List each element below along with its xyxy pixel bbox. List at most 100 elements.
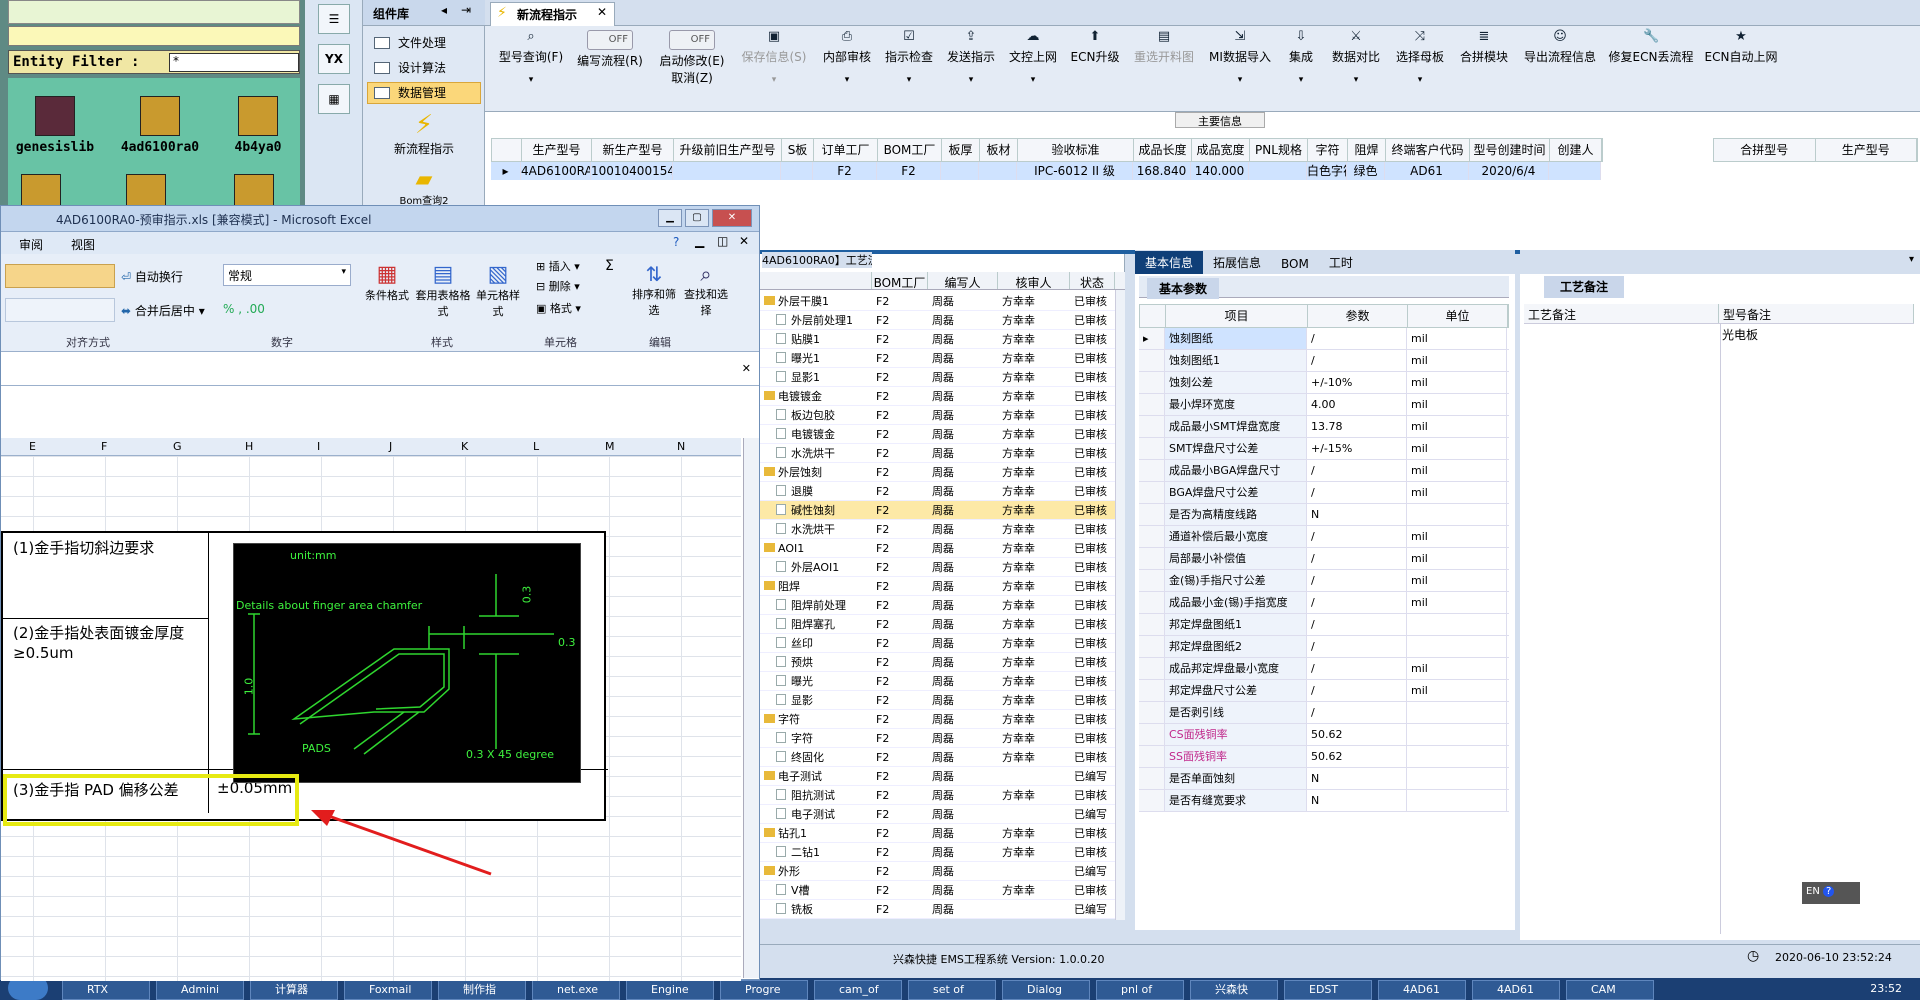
- start-modify-toggle[interactable]: OFF 启动修改(E) 取消(Z): [655, 30, 729, 86]
- cell-styles-button[interactable]: ▧ 单元格样式: [473, 262, 523, 319]
- flow-row[interactable]: 曝光1 F2 周磊 方幸幸 已审核: [760, 349, 1115, 368]
- find-select-button[interactable]: ⌕ 查找和选择: [681, 262, 731, 318]
- param-row[interactable]: BGA焊盘尺寸公差 / mil: [1139, 482, 1509, 504]
- flow-row[interactable]: 曝光 F2 周磊 方幸幸 已审核: [760, 672, 1115, 691]
- ecn-auto-online-button[interactable]: ★ ECN自动上网: [1701, 30, 1781, 65]
- taskbar-item[interactable]: pnl of: [1096, 980, 1184, 1000]
- lib-design-algorithm[interactable]: 设计算法: [367, 57, 481, 79]
- flow-row[interactable]: 终固化 F2 周磊 方幸幸 已审核: [760, 748, 1115, 767]
- taskbar-item[interactable]: 4AD61: [1472, 980, 1560, 1000]
- column-header[interactable]: E: [29, 440, 36, 453]
- flow-row[interactable]: V槽 F2 周磊 方幸幸 已审核: [760, 881, 1115, 900]
- param-row[interactable]: 金(锡)手指尺寸公差 / mil: [1139, 570, 1509, 592]
- entity-genesislib[interactable]: genesislib: [0, 96, 110, 155]
- param-row[interactable]: 是否单面蚀刻 N: [1139, 768, 1509, 790]
- tab-extended-info[interactable]: 拓展信息: [1203, 251, 1271, 274]
- integrate-button[interactable]: ⇩ 集成 ▾: [1281, 30, 1321, 86]
- wrap-text-button[interactable]: ⏎ 自动换行: [121, 268, 183, 285]
- flow-row[interactable]: 电子测试 F2 周磊 已编写: [760, 805, 1115, 824]
- edit-flow-toggle[interactable]: OFF 编写流程(R): [573, 30, 647, 69]
- data-compare-button[interactable]: ⚔ 数据对比 ▾: [1327, 30, 1385, 86]
- flow-row[interactable]: 电子测试 F2 周磊 已编写: [760, 767, 1115, 786]
- param-row[interactable]: 邦定焊盘尺寸公差 / mil: [1139, 680, 1509, 702]
- flow-row[interactable]: 字符 F2 周磊 方幸幸 已审核: [760, 710, 1115, 729]
- flow-row[interactable]: 外层干膜1 F2 周磊 方幸幸 已审核: [760, 292, 1115, 311]
- flow-row[interactable]: 外层蚀刻 F2 周磊 方幸幸 已审核: [760, 463, 1115, 482]
- model-query-button[interactable]: ⌕ 型号查询(F) ▾: [495, 30, 567, 86]
- tab-basic-info[interactable]: 基本信息: [1135, 251, 1204, 274]
- taskbar-item[interactable]: Foxmail: [344, 980, 432, 1000]
- minimize-button[interactable]: ▁: [658, 209, 682, 227]
- pin-icon[interactable]: ⇥: [461, 3, 471, 17]
- param-row[interactable]: 蚀刻公差 +/-10% mil: [1139, 372, 1509, 394]
- flow-row[interactable]: 外层AOI1 F2 周磊 方幸幸 已审核: [760, 558, 1115, 577]
- taskbar-item[interactable]: EDST: [1284, 980, 1372, 1000]
- yx-icon[interactable]: YX: [318, 44, 350, 74]
- flow-row[interactable]: 阻焊 F2 周磊 方幸幸 已审核: [760, 577, 1115, 596]
- taskbar-item[interactable]: 4AD61: [1378, 980, 1466, 1000]
- param-row[interactable]: 成品邦定焊盘最小宽度 / mil: [1139, 658, 1509, 680]
- export-flow-button[interactable]: ☺ 导出流程信息: [1519, 30, 1601, 65]
- column-header[interactable]: K: [461, 440, 468, 453]
- insert-cells-button[interactable]: ⊞ 插入 ▾: [536, 258, 580, 274]
- align-buttons[interactable]: [5, 264, 115, 288]
- flow-row[interactable]: 阻焊塞孔 F2 周磊 方幸幸 已审核: [760, 615, 1115, 634]
- param-row[interactable]: 是否为高精度线路 N: [1139, 504, 1509, 526]
- flow-row[interactable]: 电镀镀金 F2 周磊 方幸幸 已审核: [760, 387, 1115, 406]
- taskbar-item[interactable]: RTX: [62, 980, 150, 1000]
- param-row[interactable]: 通道补偿后最小宽度 / mil: [1139, 526, 1509, 548]
- param-row[interactable]: 邦定焊盘图纸2/: [1139, 636, 1509, 658]
- select-mother-board-button[interactable]: ⤨ 选择母板 ▾: [1391, 30, 1449, 86]
- param-row[interactable]: ▸ 蚀刻图纸 / mil: [1139, 328, 1509, 350]
- param-row[interactable]: 邦定焊盘图纸1/: [1139, 614, 1509, 636]
- column-header[interactable]: F: [101, 440, 107, 453]
- flow-row[interactable]: 阻抗测试 F2 周磊 方幸幸 已审核: [760, 786, 1115, 805]
- column-header[interactable]: J: [389, 440, 392, 453]
- param-row[interactable]: SMT焊盘尺寸公差 +/-15% mil: [1139, 438, 1509, 460]
- conditional-format-button[interactable]: ▦ 条件格式: [361, 262, 413, 303]
- tab-work-hours[interactable]: 工时: [1319, 251, 1363, 274]
- flow-row[interactable]: 贴膜1 F2 周磊 方幸幸 已审核: [760, 330, 1115, 349]
- calculator-icon[interactable]: ▦: [318, 84, 350, 114]
- param-row[interactable]: 是否有缝宽要求 N: [1139, 790, 1509, 812]
- doc-control-online-button[interactable]: ☁ 文控上网 ▾: [1005, 30, 1061, 86]
- ribbon-minimize-icon[interactable]: ▁: [695, 234, 704, 248]
- save-info-button[interactable]: ▣ 保存信息(S) ▾: [737, 30, 811, 86]
- flow-row[interactable]: 外形 F2 周磊 已编写: [760, 862, 1115, 881]
- merge-center-button[interactable]: ⬌ 合并后居中 ▾: [121, 302, 205, 319]
- column-header[interactable]: I: [317, 440, 320, 453]
- param-row[interactable]: 蚀刻图纸1/mil: [1139, 350, 1509, 372]
- flow-row[interactable]: 二钻1 F2 周磊 方幸幸 已审核: [760, 843, 1115, 862]
- reselect-cut-button[interactable]: ▤ 重选开料图: [1129, 30, 1199, 65]
- genesis-input[interactable]: [8, 26, 300, 46]
- mi-data-import-button[interactable]: ⇲ MI数据导入 ▾: [1205, 30, 1275, 86]
- merge-module-button[interactable]: ≣ 合拼模块: [1455, 30, 1513, 65]
- param-row[interactable]: CS面残铜率 50.62: [1139, 724, 1509, 746]
- lib-new-flow[interactable]: ⚡ 新流程指示: [383, 110, 465, 157]
- column-header[interactable]: M: [605, 440, 615, 453]
- flow-row[interactable]: 外层前处理1 F2 周磊 方幸幸 已审核: [760, 311, 1115, 330]
- pin-icon[interactable]: ▾: [1909, 254, 1914, 265]
- taskbar-item[interactable]: Dialog: [1002, 980, 1090, 1000]
- flow-row[interactable]: 丝印 F2 周磊 方幸幸 已审核: [760, 634, 1115, 653]
- taskbar-item[interactable]: Progre: [720, 980, 808, 1000]
- toggle-switch[interactable]: OFF: [669, 30, 715, 50]
- column-header[interactable]: L: [533, 440, 539, 453]
- excel-titlebar[interactable]: 4AD6100RA0-预审指示.xls [兼容模式] - Microsoft E…: [1, 206, 759, 232]
- flow-row[interactable]: 碱性蚀刻 F2 周磊 方幸幸 已审核: [760, 501, 1115, 520]
- main-info-row[interactable]: ▸ 4AD6100RA0 10010400154317 F2 F2 IPC-60…: [491, 162, 1601, 180]
- taskbar-item[interactable]: 计算器: [250, 980, 338, 1000]
- delete-cells-button[interactable]: ⊟ 删除 ▾: [536, 278, 580, 294]
- flow-row[interactable]: 钻孔1 F2 周磊 方幸幸 已审核: [760, 824, 1115, 843]
- sum-icon[interactable]: Σ: [605, 258, 614, 274]
- flow-row[interactable]: 电镀镀金 F2 周磊 方幸幸 已审核: [760, 425, 1115, 444]
- flow-row[interactable]: 水洗烘干 F2 周磊 方幸幸 已审核: [760, 520, 1115, 539]
- flow-row[interactable]: 预烘 F2 周磊 方幸幸 已审核: [760, 653, 1115, 672]
- param-row[interactable]: 成品最小SMT焊盘宽度 13.78 mil: [1139, 416, 1509, 438]
- ribbon-restore-icon[interactable]: ◫: [717, 234, 728, 248]
- flow-row[interactable]: 退膜 F2 周磊 方幸幸 已审核: [760, 482, 1115, 501]
- taskbar-item[interactable]: Engine: [626, 980, 714, 1000]
- taskbar-item[interactable]: net.exe: [532, 980, 620, 1000]
- flow-row[interactable]: 板边包胶 F2 周磊 方幸幸 已审核: [760, 406, 1115, 425]
- lib-data-management[interactable]: 数据管理: [367, 82, 481, 104]
